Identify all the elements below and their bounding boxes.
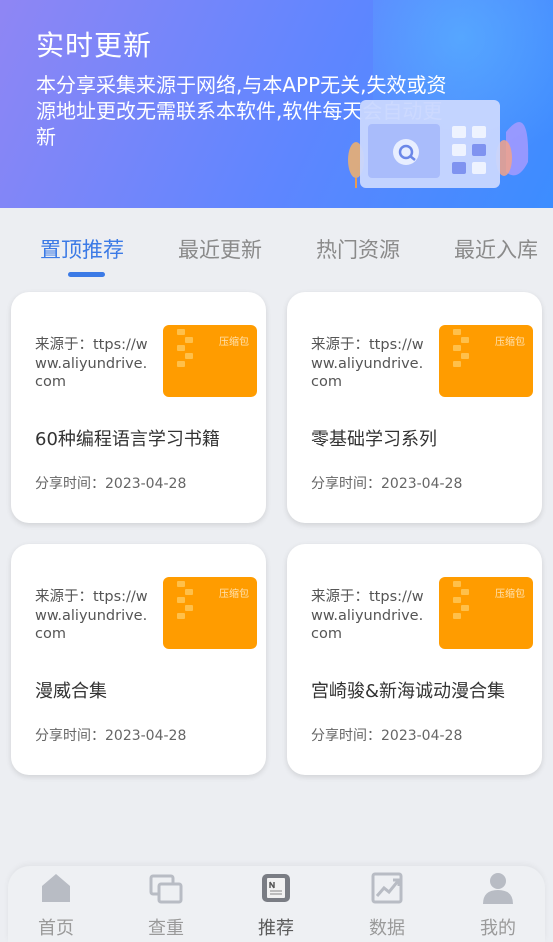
thumbnail-label: 压缩包 xyxy=(495,337,525,348)
card-share-time: 分享时间：2023-04-28 xyxy=(35,728,187,744)
archive-thumbnail-icon: 压缩包 xyxy=(163,325,257,397)
bottom-navigation: 首页 查重 推荐 数据 我的 xyxy=(8,866,545,942)
active-tab-indicator xyxy=(68,272,105,277)
chart-icon xyxy=(371,872,403,904)
banner-title: 实时更新 xyxy=(36,29,153,62)
nav-profile[interactable]: 我的 xyxy=(458,866,538,942)
thumbnail-label: 压缩包 xyxy=(219,337,249,348)
tab-recent-update[interactable]: 最近更新 xyxy=(178,234,262,264)
nav-label: 推荐 xyxy=(258,918,294,939)
nav-duplicate-check[interactable]: 查重 xyxy=(126,866,206,942)
duplicate-check-icon xyxy=(149,874,183,904)
thumbnail-label: 压缩包 xyxy=(219,589,249,600)
resource-card[interactable]: 来源于：ttps://www.aliyundrive.com 压缩包 漫威合集 … xyxy=(11,544,266,775)
header-banner: 实时更新 本分享采集来源于网络,与本APP无关,失效或资源地址更改无需联系本软件… xyxy=(0,0,553,208)
card-title: 宫崎骏&新海诚动漫合集 xyxy=(311,681,506,702)
nav-data[interactable]: 数据 xyxy=(347,866,427,942)
card-title: 零基础学习系列 xyxy=(311,429,437,450)
card-share-time: 分享时间：2023-04-28 xyxy=(311,728,463,744)
card-share-time: 分享时间：2023-04-28 xyxy=(311,476,463,492)
tab-top-recommend[interactable]: 置顶推荐 xyxy=(40,234,124,264)
nav-label: 查重 xyxy=(148,918,184,939)
thumbnail-label: 压缩包 xyxy=(495,589,525,600)
category-tabs: 置顶推荐 最近更新 热门资源 最近入库 xyxy=(0,208,553,288)
recommend-icon xyxy=(262,874,290,902)
card-title: 漫威合集 xyxy=(35,681,107,702)
home-icon xyxy=(42,874,70,902)
tab-hot-resources[interactable]: 热门资源 xyxy=(316,234,400,264)
card-title: 60种编程语言学习书籍 xyxy=(35,429,220,450)
resource-card[interactable]: 来源于：ttps://www.aliyundrive.com 压缩包 零基础学习… xyxy=(287,292,542,523)
card-source: 来源于：ttps://www.aliyundrive.com xyxy=(35,589,148,642)
nav-label: 我的 xyxy=(480,918,516,939)
nav-recommend[interactable]: 推荐 xyxy=(236,866,316,942)
archive-thumbnail-icon: 压缩包 xyxy=(163,577,257,649)
card-source: 来源于：ttps://www.aliyundrive.com xyxy=(311,589,424,642)
nav-label: 首页 xyxy=(38,918,74,939)
resource-card[interactable]: 来源于：ttps://www.aliyundrive.com 压缩包 60种编程… xyxy=(11,292,266,523)
card-share-time: 分享时间：2023-04-28 xyxy=(35,476,187,492)
nav-home[interactable]: 首页 xyxy=(16,866,96,942)
archive-thumbnail-icon: 压缩包 xyxy=(439,577,533,649)
calendar-illustration-icon xyxy=(348,100,529,188)
archive-thumbnail-icon: 压缩包 xyxy=(439,325,533,397)
nav-label: 数据 xyxy=(369,918,405,939)
resource-card[interactable]: 来源于：ttps://www.aliyundrive.com 压缩包 宫崎骏&新… xyxy=(287,544,542,775)
user-icon xyxy=(483,873,513,904)
tab-recent-added[interactable]: 最近入库 xyxy=(454,234,538,264)
card-source: 来源于：ttps://www.aliyundrive.com xyxy=(35,337,148,390)
card-source: 来源于：ttps://www.aliyundrive.com xyxy=(311,337,424,390)
